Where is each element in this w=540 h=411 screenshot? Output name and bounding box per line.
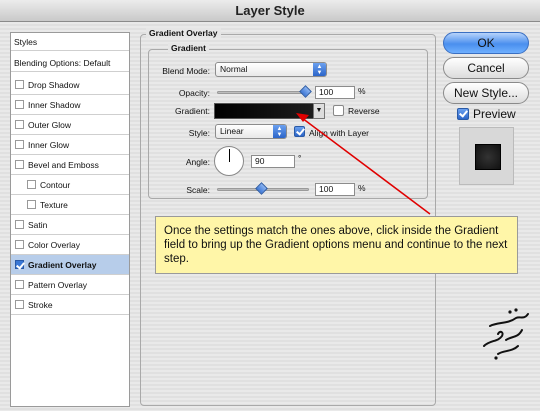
arrow-line [301, 117, 431, 215]
red-arrow-icon [296, 113, 431, 215]
signature-logo-icon [483, 308, 529, 360]
arrow-head [296, 113, 309, 122]
